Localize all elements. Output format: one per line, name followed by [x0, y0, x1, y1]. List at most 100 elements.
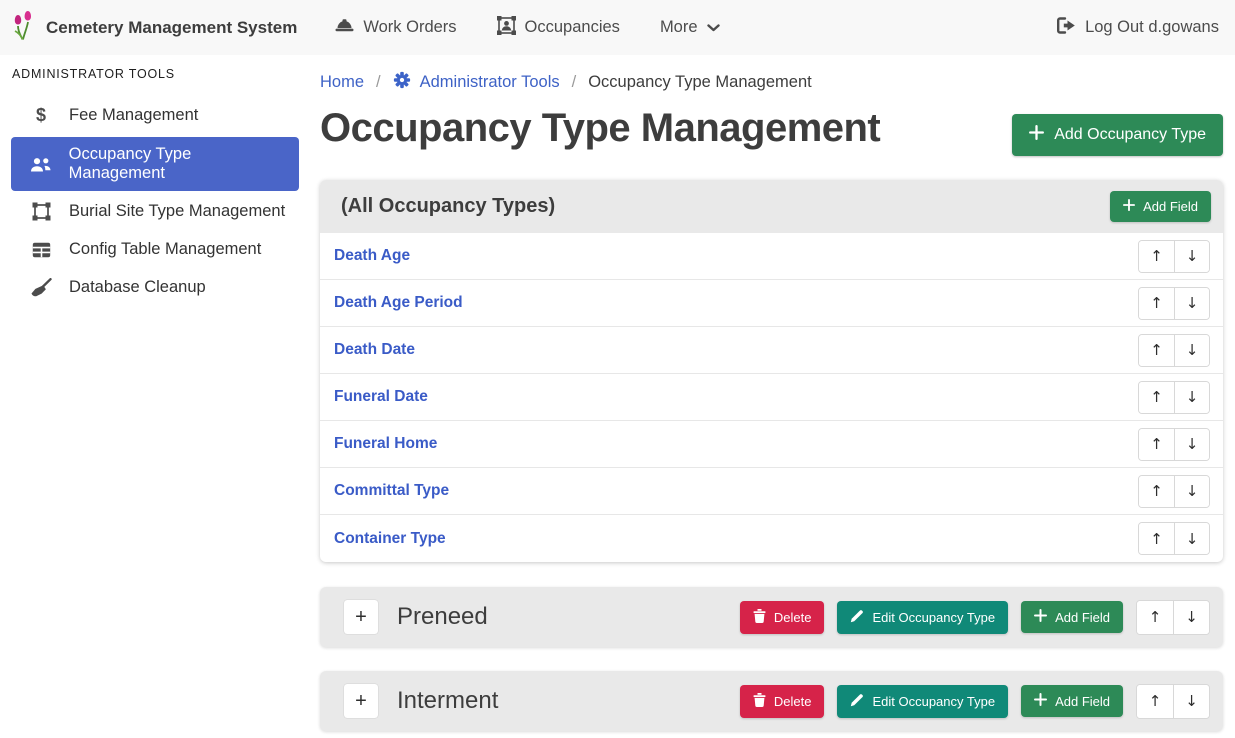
field-row: Death Age ↑ ↓ — [320, 233, 1223, 280]
move-up-button[interactable]: ↑ — [1137, 685, 1173, 718]
logout-button[interactable]: Log Out d.gowans — [1057, 17, 1219, 39]
move-down-button[interactable]: ↓ — [1174, 523, 1209, 554]
reorder-button-group: ↑ ↓ — [1138, 334, 1210, 367]
all-occupancy-types-panel: (All Occupancy Types) Add Field Death Ag… — [320, 180, 1223, 562]
move-down-button[interactable]: ↓ — [1174, 335, 1209, 366]
breadcrumb-home-label: Home — [320, 73, 364, 92]
field-link-death-age[interactable]: Death Age — [334, 247, 410, 265]
move-up-button[interactable]: ↑ — [1139, 523, 1174, 554]
app-brand[interactable]: Cemetery Management System — [12, 10, 297, 46]
move-down-button[interactable]: ↓ — [1174, 288, 1209, 319]
move-down-button[interactable]: ↓ — [1173, 601, 1209, 634]
breadcrumb-separator: / — [376, 73, 381, 92]
tulip-logo-icon — [12, 10, 36, 46]
expand-section-button[interactable]: + — [344, 684, 378, 718]
trash-icon — [753, 693, 766, 710]
section-actions: Delete Edit Occupancy Type Add Field — [740, 684, 1210, 719]
move-up-button[interactable]: ↑ — [1137, 601, 1173, 634]
nav-occupancies[interactable]: Occupancies — [497, 16, 620, 40]
breadcrumb-home-link[interactable]: Home — [320, 73, 364, 92]
delete-occupancy-type-button[interactable]: Delete — [740, 601, 825, 634]
move-up-button[interactable]: ↑ — [1139, 476, 1174, 507]
move-down-button[interactable]: ↓ — [1174, 241, 1209, 272]
plus-icon — [1034, 693, 1047, 709]
move-down-button[interactable]: ↓ — [1173, 685, 1209, 718]
field-row: Container Type ↑ ↓ — [320, 515, 1223, 562]
section-preneed: + Preneed Delete — [320, 587, 1223, 647]
move-up-button[interactable]: ↑ — [1139, 382, 1174, 413]
plus-icon — [1029, 125, 1044, 145]
field-row: Death Age Period ↑ ↓ — [320, 280, 1223, 327]
chevron-down-icon — [707, 18, 720, 37]
panel-title: (All Occupancy Types) — [341, 195, 555, 218]
reorder-button-group: ↑ ↓ — [1138, 428, 1210, 461]
add-occupancy-type-label: Add Occupancy Type — [1054, 126, 1206, 144]
field-link-funeral-date[interactable]: Funeral Date — [334, 388, 428, 406]
breadcrumb: Home / Administrat — [320, 71, 1223, 94]
delete-label: Delete — [774, 694, 812, 709]
nav-occupancies-label: Occupancies — [525, 18, 620, 37]
section-title: Preneed — [397, 603, 740, 631]
section-interment: + Interment Delete — [320, 671, 1223, 731]
move-up-button[interactable]: ↑ — [1139, 335, 1174, 366]
add-field-button[interactable]: Add Field — [1021, 601, 1123, 633]
users-icon — [29, 156, 53, 173]
move-down-button[interactable]: ↓ — [1174, 382, 1209, 413]
nav-work-orders[interactable]: Work Orders — [335, 17, 456, 39]
breadcrumb-separator: / — [572, 73, 577, 92]
reorder-button-group: ↑ ↓ — [1138, 522, 1210, 555]
move-up-button[interactable]: ↑ — [1139, 288, 1174, 319]
sidebar-item-burial-site-type-management[interactable]: Burial Site Type Management — [11, 194, 299, 229]
gear-icon — [393, 71, 411, 94]
reorder-button-group: ↑ ↓ — [1136, 684, 1210, 719]
page-header: Occupancy Type Management Add Occupancy … — [320, 106, 1223, 156]
reorder-button-group: ↑ ↓ — [1138, 475, 1210, 508]
table-icon — [29, 242, 53, 258]
delete-label: Delete — [774, 610, 812, 625]
sidebar-item-fee-management[interactable]: $ Fee Management — [11, 97, 299, 134]
move-down-button[interactable]: ↓ — [1174, 429, 1209, 460]
section-title: Interment — [397, 687, 740, 715]
reorder-button-group: ↑ ↓ — [1138, 287, 1210, 320]
breadcrumb-admin-tools-link[interactable]: Administrator Tools — [393, 71, 560, 94]
expand-section-button[interactable]: + — [344, 600, 378, 634]
all-occupancy-types-header: (All Occupancy Types) Add Field — [320, 180, 1223, 233]
field-link-container-type[interactable]: Container Type — [334, 530, 446, 548]
reorder-button-group: ↑ ↓ — [1138, 381, 1210, 414]
sidebar-item-database-cleanup[interactable]: Database Cleanup — [11, 270, 299, 305]
sidebar-heading: ADMINISTRATOR TOOLS — [0, 67, 310, 81]
move-up-button[interactable]: ↑ — [1139, 429, 1174, 460]
edit-occupancy-type-button[interactable]: Edit Occupancy Type — [837, 601, 1008, 634]
edit-occupancy-type-label: Edit Occupancy Type — [872, 694, 995, 709]
add-field-button[interactable]: Add Field — [1021, 685, 1123, 717]
field-row: Funeral Date ↑ ↓ — [320, 374, 1223, 421]
sidebar-item-label: Occupancy Type Management — [69, 145, 289, 183]
field-link-death-date[interactable]: Death Date — [334, 341, 415, 359]
field-link-committal-type[interactable]: Committal Type — [334, 482, 449, 500]
edit-occupancy-type-label: Edit Occupancy Type — [872, 610, 995, 625]
delete-occupancy-type-button[interactable]: Delete — [740, 685, 825, 718]
app-title: Cemetery Management System — [46, 18, 297, 38]
add-field-button[interactable]: Add Field — [1110, 191, 1211, 222]
edit-occupancy-type-button[interactable]: Edit Occupancy Type — [837, 685, 1008, 718]
move-down-button[interactable]: ↓ — [1174, 476, 1209, 507]
top-navbar: Cemetery Management System Work Orders — [0, 0, 1235, 55]
vector-square-icon — [29, 202, 53, 221]
broom-icon — [29, 278, 53, 297]
field-row: Committal Type ↑ ↓ — [320, 468, 1223, 515]
page-title: Occupancy Type Management — [320, 106, 880, 151]
add-field-label: Add Field — [1055, 610, 1110, 625]
move-up-button[interactable]: ↑ — [1139, 241, 1174, 272]
field-link-funeral-home[interactable]: Funeral Home — [334, 435, 437, 453]
field-row: Death Date ↑ ↓ — [320, 327, 1223, 374]
sidebar-item-label: Config Table Management — [69, 240, 261, 259]
pencil-icon — [850, 609, 864, 626]
hard-hat-icon — [335, 17, 354, 39]
nav-more[interactable]: More — [660, 18, 720, 37]
add-occupancy-type-button[interactable]: Add Occupancy Type — [1012, 114, 1223, 156]
nav-work-orders-label: Work Orders — [363, 18, 456, 37]
field-link-death-age-period[interactable]: Death Age Period — [334, 294, 463, 312]
add-field-label: Add Field — [1143, 199, 1198, 214]
sidebar-item-occupancy-type-management[interactable]: Occupancy Type Management — [11, 137, 299, 191]
sidebar-item-config-table-management[interactable]: Config Table Management — [11, 232, 299, 267]
